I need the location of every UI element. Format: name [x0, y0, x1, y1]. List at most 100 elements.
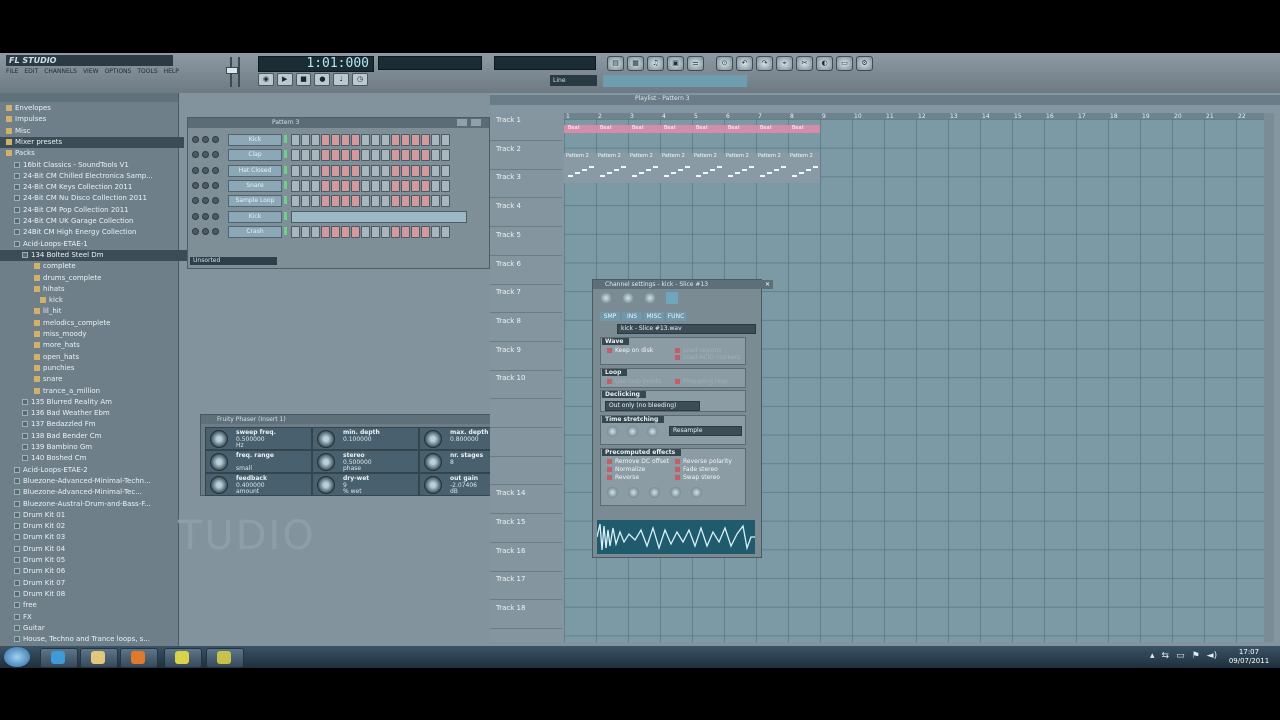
- taskbar-clock[interactable]: 17:07 09/07/2011: [1224, 648, 1274, 666]
- browser-item[interactable]: 24-Bit CM Keys Collection 2011: [0, 182, 192, 193]
- mute-led[interactable]: [192, 227, 199, 235]
- step-button[interactable]: [411, 179, 420, 192]
- stop-button[interactable]: ■: [295, 73, 312, 86]
- swap-stereo-checkbox[interactable]: Swap stereo: [675, 474, 720, 481]
- step-button[interactable]: [341, 225, 350, 238]
- declicking-mode-select[interactable]: Out only (no bleeding): [605, 401, 700, 411]
- sample-file-select[interactable]: kick - Slice #13.wav: [617, 324, 756, 334]
- step-button[interactable]: [331, 134, 340, 146]
- settings-icon[interactable]: ⚙: [856, 56, 873, 71]
- taskbar-fl-studio[interactable]: [164, 648, 202, 668]
- taskbar-internet-explorer[interactable]: [40, 648, 78, 668]
- step-button[interactable]: [411, 149, 420, 162]
- step-button[interactable]: [311, 195, 320, 208]
- menu-tools[interactable]: TOOLS: [137, 68, 157, 78]
- pattern-clip-beat[interactable]: Beat Beat Beat Beat Beat Beat Beat Beat: [564, 125, 820, 133]
- phaser-knob[interactable]: [210, 476, 228, 494]
- sample-waveform[interactable]: [596, 520, 755, 554]
- step-button[interactable]: [441, 149, 450, 162]
- channel-select-led[interactable]: [284, 150, 287, 159]
- channel-select-led[interactable]: [284, 135, 287, 143]
- step-button[interactable]: [301, 225, 310, 238]
- step-button[interactable]: [311, 164, 320, 177]
- channel-button[interactable]: Kick: [228, 210, 282, 223]
- browser-item[interactable]: Drum Kit 07: [0, 578, 192, 589]
- pan-knob[interactable]: [202, 136, 209, 143]
- step-button[interactable]: [301, 149, 310, 162]
- step-button[interactable]: [361, 164, 370, 177]
- step-button[interactable]: [431, 164, 440, 177]
- browser-icon[interactable]: ▣: [667, 56, 684, 71]
- browser-item[interactable]: Guitar: [0, 623, 192, 634]
- pan-knob[interactable]: [202, 151, 209, 159]
- browser-item[interactable]: free: [0, 600, 192, 611]
- pan-knob[interactable]: [202, 197, 209, 205]
- step-button[interactable]: [361, 134, 370, 146]
- browser-item[interactable]: punchies: [0, 363, 212, 374]
- step-button[interactable]: [441, 225, 450, 238]
- step-button[interactable]: [341, 134, 350, 146]
- mute-led[interactable]: [192, 166, 199, 174]
- record-button[interactable]: ●: [314, 73, 331, 86]
- flag-icon[interactable]: ⚑: [1192, 651, 1200, 661]
- track-label[interactable]: Track 5: [490, 228, 562, 256]
- volume-icon[interactable]: ◄): [1207, 651, 1217, 661]
- channel-button[interactable]: Hat Closed: [228, 164, 282, 177]
- volume-knob[interactable]: [622, 292, 634, 304]
- step-button[interactable]: [291, 179, 300, 192]
- phaser-knob[interactable]: [424, 430, 442, 448]
- fade-stereo-checkbox[interactable]: Fade stereo: [675, 466, 718, 473]
- pan-knob[interactable]: [202, 227, 209, 235]
- track-label[interactable]: Track 1: [490, 113, 562, 141]
- step-button[interactable]: [391, 179, 400, 192]
- step-button[interactable]: [321, 149, 330, 162]
- browser-item[interactable]: complete: [0, 261, 212, 272]
- pianoroll-icon[interactable]: ♫: [647, 56, 664, 71]
- browser-item[interactable]: more_hats: [0, 340, 212, 351]
- play-button[interactable]: ▶: [276, 73, 293, 86]
- step-button[interactable]: [441, 195, 450, 208]
- browser-item[interactable]: 24-Bit CM Pop Collection 2011: [0, 205, 192, 216]
- remove-dc-offset-checkbox[interactable]: Remove DC offset: [607, 458, 669, 465]
- channel-button[interactable]: Snare: [228, 179, 282, 192]
- taskbar-app[interactable]: [206, 648, 244, 668]
- step-button[interactable]: [351, 225, 360, 238]
- song-position-display[interactable]: 1:01:000: [258, 56, 374, 72]
- browser-item[interactable]: Bluezone-Advanced-Minimal-Tec...: [0, 487, 192, 498]
- phaser-knob[interactable]: [317, 430, 335, 448]
- step-button[interactable]: [291, 164, 300, 177]
- step-button[interactable]: [441, 164, 450, 177]
- step-button[interactable]: [301, 195, 310, 208]
- phaser-knob[interactable]: [317, 476, 335, 494]
- browser-item[interactable]: 16bit Classics - SoundTools V1: [0, 160, 192, 171]
- step-button[interactable]: [441, 134, 450, 146]
- browser-item[interactable]: Bluezone-Advanced-Minimal-Techn...: [0, 476, 192, 487]
- step-button[interactable]: [371, 134, 380, 146]
- step-button[interactable]: [291, 195, 300, 208]
- step-button[interactable]: [301, 179, 310, 192]
- step-button[interactable]: [341, 195, 350, 208]
- step-button[interactable]: [431, 149, 440, 162]
- step-button[interactable]: [401, 164, 410, 177]
- step-button[interactable]: [391, 195, 400, 208]
- browser-item[interactable]: Drum Kit 01: [0, 510, 192, 521]
- browser-item[interactable]: Packs: [0, 148, 184, 159]
- phaser-knob[interactable]: [210, 430, 228, 448]
- step-button[interactable]: [371, 164, 380, 177]
- step-button[interactable]: [351, 134, 360, 146]
- browser-item[interactable]: 24-Bit CM Chilled Electronica Samp...: [0, 171, 192, 182]
- step-button[interactable]: [321, 164, 330, 177]
- step-button[interactable]: [321, 134, 330, 146]
- browser-item[interactable]: Acid-Loops-ETAE-1: [0, 239, 192, 250]
- browser-item[interactable]: kick: [0, 295, 218, 306]
- step-button[interactable]: [311, 134, 320, 146]
- step-button[interactable]: [351, 195, 360, 208]
- step-button[interactable]: [321, 195, 330, 208]
- step-button[interactable]: [421, 149, 430, 162]
- browser-item[interactable]: lil_hit: [0, 306, 212, 317]
- network-icon[interactable]: ⇆: [1162, 651, 1170, 661]
- piano-roll-preview[interactable]: [291, 210, 467, 223]
- step-button[interactable]: [381, 195, 390, 208]
- step-button[interactable]: [421, 225, 430, 238]
- browser-item[interactable]: Bluezone-Austral-Drum-and-Bass-F...: [0, 499, 192, 510]
